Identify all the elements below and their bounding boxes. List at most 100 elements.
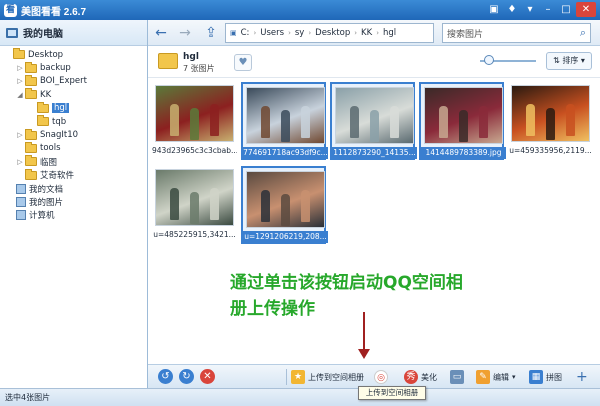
thumbnail[interactable]: u=459335956,2119... bbox=[508, 82, 593, 160]
slideshow-button[interactable]: ▭ bbox=[450, 369, 467, 385]
tree-node-label: Desktop bbox=[28, 49, 64, 60]
folder-icon bbox=[25, 155, 37, 167]
beautify-button[interactable]: 秀 美化 bbox=[404, 369, 437, 385]
maximize-button[interactable]: □ bbox=[558, 2, 574, 17]
sidebar: 我的电脑 Desktop ▷ backup ▷ BOI_Expert ◢ KK hgl tqb ▷… bbox=[0, 20, 148, 388]
path-segment[interactable]: KK bbox=[361, 28, 372, 38]
tree-node-label: 计算机 bbox=[29, 211, 55, 222]
status-text: 选中4张图片 bbox=[5, 393, 51, 402]
menu-icon[interactable]: ▾ bbox=[522, 2, 538, 17]
sidebar-header[interactable]: 我的电脑 bbox=[0, 20, 147, 46]
path-segment[interactable]: sy bbox=[295, 28, 304, 38]
folder-icon bbox=[25, 74, 37, 86]
tree-node[interactable]: Desktop bbox=[0, 48, 147, 61]
thumbnail-image bbox=[424, 87, 503, 144]
sidebar-header-label: 我的电脑 bbox=[23, 29, 63, 40]
favorite-heart-icon[interactable]: ♥ bbox=[234, 54, 252, 71]
tree-node[interactable]: hgl bbox=[0, 101, 147, 115]
tree-node[interactable]: ◢ KK bbox=[0, 88, 147, 101]
shirt-icon[interactable]: ♦ bbox=[504, 2, 520, 17]
path-segment[interactable]: hgl bbox=[383, 28, 396, 38]
thumbnail-image bbox=[155, 85, 234, 142]
path-separator-icon: › bbox=[288, 29, 291, 37]
thumbnail[interactable]: 1112873290_14135... bbox=[330, 82, 417, 160]
upload-qzone-label: 上传到空间相册 bbox=[308, 372, 364, 382]
tooltip: 上传到空间相册 bbox=[358, 386, 426, 400]
tree-node-label: tools bbox=[40, 143, 61, 154]
expand-arrow-icon[interactable]: ◢ bbox=[16, 91, 24, 99]
tree-node-label: 艾奇软件 bbox=[40, 171, 75, 182]
weibo-button[interactable]: ◎ bbox=[374, 369, 391, 385]
folder-name: hgl bbox=[183, 52, 199, 62]
expand-arrow-icon[interactable]: ▷ bbox=[16, 64, 24, 72]
thumbnail[interactable]: u=485225915,3421... bbox=[152, 166, 237, 244]
delete-icon[interactable]: ✕ bbox=[200, 369, 215, 384]
thumbnail[interactable]: 1414489783389.jpg bbox=[419, 82, 506, 160]
address-bar[interactable]: ▣ C: › Users › sy › Desktop › KK › hgl bbox=[225, 23, 434, 43]
path-segment[interactable]: Desktop bbox=[315, 28, 350, 38]
tree-node[interactable]: tools bbox=[0, 141, 147, 155]
annotation-text: 通过单击该按钮启动QQ空间相 册上传操作 bbox=[230, 270, 560, 322]
expand-arrow-icon[interactable]: ▷ bbox=[16, 131, 24, 139]
path-segment[interactable]: C: bbox=[241, 28, 250, 38]
sort-button[interactable]: ⇅ 排序 ▾ bbox=[546, 52, 592, 70]
navigation-bar: ← → ⇪ ▣ C: › Users › sy › Desktop › KK › hgl 搜索图片 ⌕ bbox=[148, 20, 600, 46]
edit-button[interactable]: ✎ 编辑 ▾ bbox=[476, 369, 516, 385]
expand-arrow-icon[interactable]: ▷ bbox=[16, 77, 24, 85]
skin-icon[interactable]: ▣ bbox=[486, 2, 502, 17]
tree-node-label: 临图 bbox=[40, 157, 58, 168]
tree-node[interactable]: tqb bbox=[0, 115, 147, 128]
tree-node-label: 我的图片 bbox=[29, 197, 64, 208]
search-input[interactable]: 搜索图片 ⌕ bbox=[442, 23, 591, 43]
tree-node-label: KK bbox=[40, 89, 52, 100]
tree-node-label: backup bbox=[40, 63, 71, 74]
thumbnail-image bbox=[246, 171, 325, 228]
tree-node[interactable]: 艾奇软件 bbox=[0, 168, 147, 182]
thumbnail[interactable]: u=1291206219,208... bbox=[241, 166, 328, 244]
close-button[interactable]: ✕ bbox=[576, 2, 596, 17]
thumbnail[interactable]: 774691718ac93df9c... bbox=[241, 82, 328, 160]
tree-node[interactable]: ▷ backup bbox=[0, 61, 147, 74]
tree-node[interactable]: 我的文档 bbox=[0, 182, 147, 195]
tree-node[interactable]: 我的图片 bbox=[0, 195, 147, 208]
forward-arrow-icon[interactable]: → bbox=[176, 24, 194, 42]
location-icon bbox=[16, 196, 26, 207]
zoom-slider-handle[interactable] bbox=[484, 55, 494, 65]
annotation-arrow-shaft bbox=[363, 312, 365, 350]
expand-arrow-icon[interactable]: ▷ bbox=[16, 158, 24, 166]
path-segment[interactable]: Users bbox=[260, 28, 284, 38]
tree-node[interactable]: ▷ BOI_Expert bbox=[0, 74, 147, 88]
edit-wand-icon: ✎ bbox=[476, 370, 490, 384]
tree-node[interactable]: 计算机 bbox=[0, 209, 147, 222]
tree-node[interactable]: ▷ SnagIt10 bbox=[0, 128, 147, 141]
thumbnail-caption: 1414489783389.jpg bbox=[421, 147, 506, 159]
up-folder-icon[interactable]: ⇪ bbox=[202, 24, 220, 42]
app-logo-icon: 看 bbox=[4, 3, 17, 17]
rotate-left-icon[interactable]: ↺ bbox=[158, 369, 173, 384]
collage-button[interactable]: ▦ 拼图 bbox=[529, 369, 562, 385]
edit-label: 编辑 bbox=[493, 372, 509, 382]
title-bar: 看 美图看看 2.6.7 ▣ ♦ ▾ – □ ✕ bbox=[0, 0, 600, 20]
rotate-right-icon[interactable]: ↻ bbox=[179, 369, 194, 384]
tree-node[interactable]: ▷ 临图 bbox=[0, 155, 147, 168]
thumbnail-image bbox=[335, 87, 414, 144]
folder-icon bbox=[37, 101, 49, 113]
thumbnail-caption: u=1291206219,208... bbox=[243, 231, 328, 243]
location-icon bbox=[16, 183, 26, 194]
drive-icon: ▣ bbox=[230, 29, 237, 37]
collage-icon: ▦ bbox=[529, 370, 543, 384]
upload-qzone-button[interactable]: ★ 上传到空间相册 bbox=[291, 369, 364, 385]
slideshow-icon: ▭ bbox=[450, 370, 464, 384]
minimize-button[interactable]: – bbox=[540, 2, 556, 17]
tree-node-label: SnagIt10 bbox=[40, 130, 79, 141]
back-arrow-icon[interactable]: ← bbox=[152, 24, 170, 42]
search-icon[interactable]: ⌕ bbox=[580, 26, 586, 40]
thumbnail[interactable]: 943d23965c3c3cbab... bbox=[152, 82, 237, 160]
search-placeholder: 搜索图片 bbox=[447, 29, 484, 40]
add-icon[interactable]: + bbox=[576, 369, 588, 385]
thumbnail-image bbox=[155, 169, 234, 226]
tree-node-label: hgl bbox=[52, 103, 70, 114]
folder-tree: Desktop ▷ backup ▷ BOI_Expert ◢ KK hgl tqb ▷ SnagI… bbox=[0, 46, 147, 222]
window-title: 美图看看 2.6.7 bbox=[21, 6, 87, 18]
edit-dropdown-icon[interactable]: ▾ bbox=[512, 373, 516, 381]
